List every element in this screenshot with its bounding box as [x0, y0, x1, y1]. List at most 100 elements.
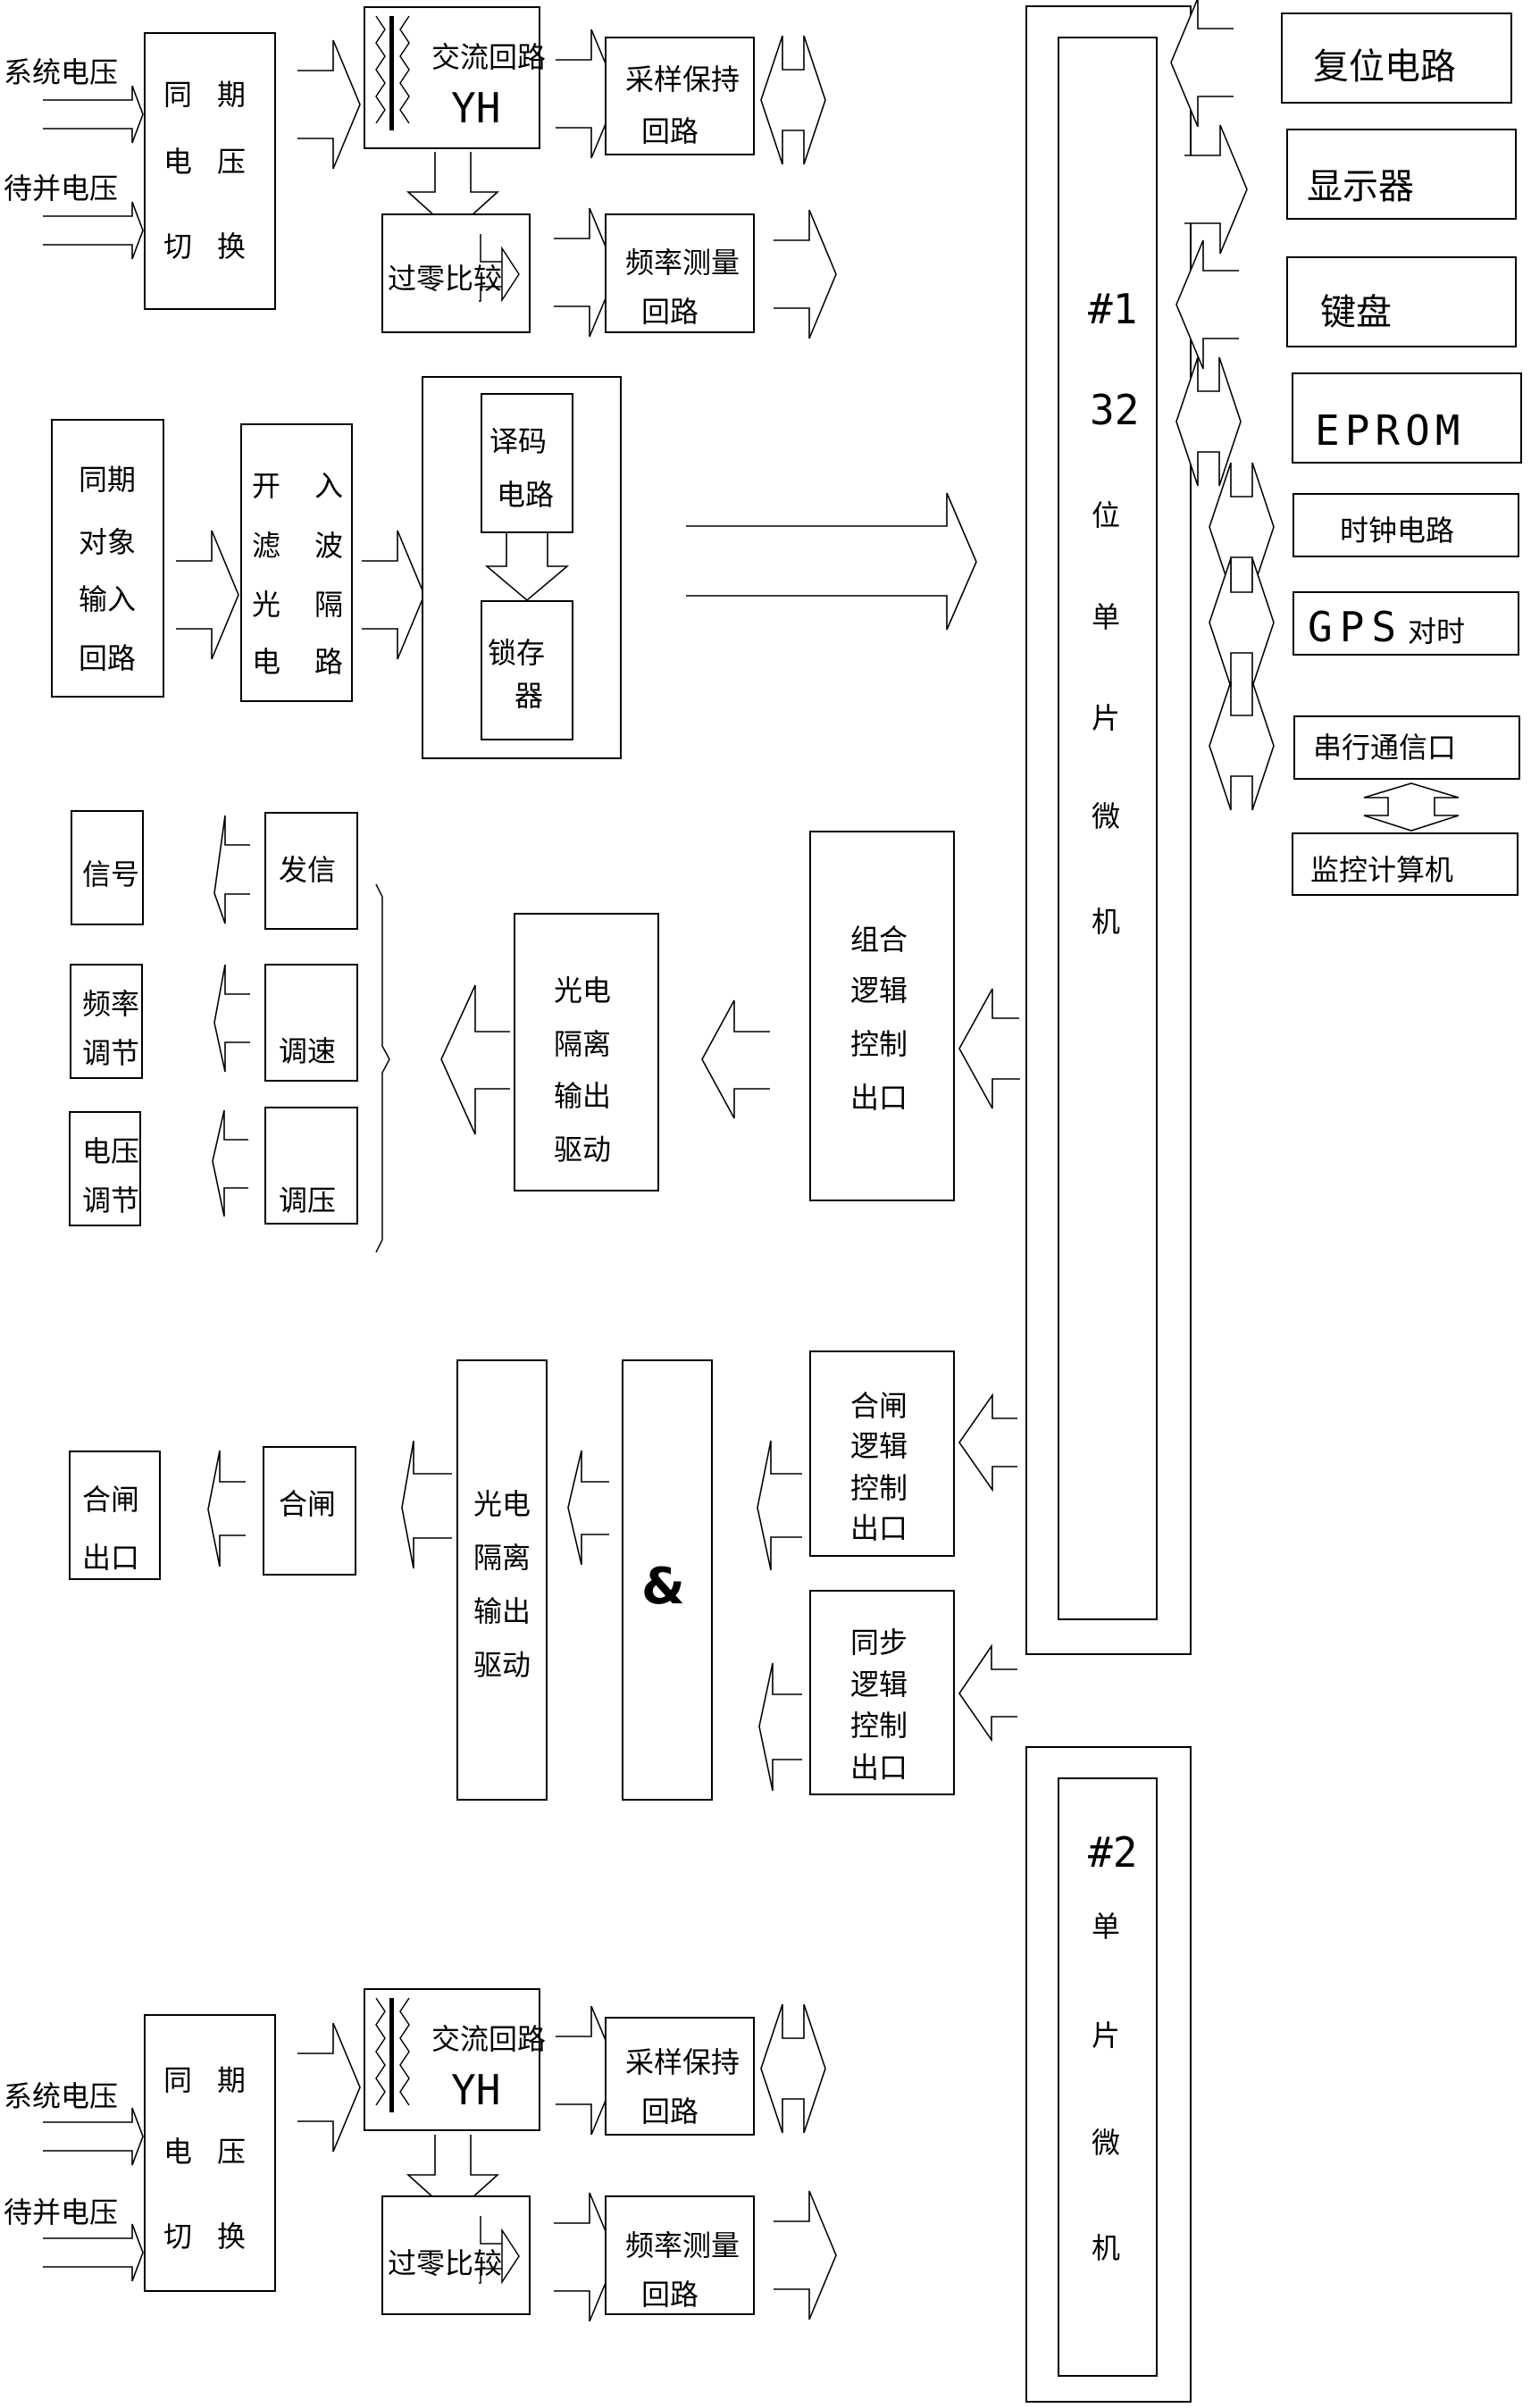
peripheral-eprom-label: EPROM	[1315, 406, 1465, 455]
sample-hold-label-2: 采样保持	[625, 2045, 740, 2079]
close-logic-label: 出口	[850, 1511, 908, 1545]
opto-output-2-label: 驱动	[473, 1648, 531, 1682]
control-output-section: 组合 逻辑 控制 出口 光电 隔离 输出 驱动 发信 调速 调压 信号 频率 调…	[69, 810, 1020, 1253]
arrow-filter-to-decoder-icon	[361, 530, 425, 660]
combo-logic-label: 控制	[850, 1027, 908, 1061]
sync-switch-char: 期	[217, 78, 246, 112]
sync-logic-label: 逻辑	[850, 1668, 908, 1701]
opto-filter-char: 入	[314, 469, 343, 503]
freq-measure-label: 回路	[641, 295, 699, 329]
digital-input-section: 同期 对象 输入 回路 开 入 滤 波 光 隔 电 路 译码 电路 锁存 器	[51, 376, 977, 759]
opto-filter-char: 波	[314, 529, 343, 563]
arrow-pending-voltage-2-icon	[43, 2223, 144, 2282]
sample-hold-label: 采样保持	[625, 63, 740, 96]
sync-switch-char-2: 换	[217, 2220, 246, 2253]
combo-logic-label: 逻辑	[850, 974, 908, 1008]
peripheral-serial-label: 串行通信口	[1313, 731, 1456, 765]
close-relay-label: 合闸	[279, 1487, 336, 1521]
breaker-close-section: 合闸 逻辑 控制 出口 同步 逻辑 控制 出口 & 光电 隔离 输出 驱动 合闸…	[69, 1350, 1017, 1801]
arrow-combo-to-opto-icon	[701, 999, 770, 1119]
arrow-display-out-icon	[1184, 124, 1248, 255]
arrow-freq-to-mcu-icon	[773, 209, 837, 339]
opto-output-2-label: 隔离	[473, 1541, 531, 1575]
mcu1-id: #1	[1088, 285, 1137, 333]
arrow-serial-bidirectional-icon	[1209, 681, 1275, 811]
close-outlet-label: 出口	[82, 1541, 139, 1575]
opto-output-1-label: 输出	[554, 1079, 611, 1113]
sync-logic-label: 出口	[850, 1751, 908, 1785]
mcu1-bits: 32	[1090, 386, 1139, 434]
arrow-mcu-to-combo-icon	[958, 988, 1020, 1109]
freq-measure-label-2: 频率测量	[625, 2228, 740, 2262]
arrow-system-voltage-2-icon	[43, 2107, 144, 2166]
opto-filter-char: 电	[252, 645, 280, 679]
ac-circuit-yh-2: YH	[451, 2066, 500, 2114]
opto-filter-char: 光	[252, 588, 280, 622]
relay-signal-label: 发信	[279, 853, 336, 887]
arrow-relay-to-signal-icon	[213, 815, 250, 924]
sync-switch-char-2: 切	[163, 2220, 192, 2253]
target-signal-label: 信号	[82, 857, 139, 891]
mcu2-id: #2	[1088, 1828, 1137, 1877]
arrow-gps-bidirectional-icon	[1209, 557, 1275, 688]
opto-output-2-label: 输出	[473, 1594, 531, 1628]
ac-circuit-label-2: 交流回路	[431, 2022, 546, 2056]
latch-label: 器	[515, 679, 543, 713]
sync-switch-char-2: 同	[163, 2063, 192, 2097]
arrow-freq-to-mcu2-icon	[773, 2190, 837, 2320]
mcu2-char: 片	[1092, 2019, 1120, 2053]
arrow-relay-to-freq-icon	[213, 964, 250, 1073]
arrow-close-to-and-icon	[757, 1440, 802, 1571]
arrow-and-to-opto-icon	[567, 1450, 609, 1566]
opto-filter-char: 开	[252, 469, 280, 503]
peripheral-gps-latin: GPS	[1308, 603, 1403, 651]
sync-switch-char-2: 电	[163, 2135, 192, 2169]
zero-cross-label-2: 过零比较	[388, 2246, 502, 2280]
mcu2: #2 单 片 微 机	[1025, 1746, 1192, 2403]
mcu1-char: 微	[1092, 799, 1120, 833]
opto-filter-char: 路	[314, 645, 343, 679]
arrow-opto-to-close-relay-icon	[401, 1440, 452, 1569]
mcu1-char: 片	[1092, 701, 1120, 735]
sync-switch-char-2: 期	[217, 2063, 246, 2097]
arrow-relay-to-volt-icon	[212, 1109, 248, 1217]
sync-object-label: 输入	[79, 582, 136, 616]
opto-filter-char: 滤	[252, 529, 280, 563]
arrow-system-voltage-icon	[43, 85, 144, 144]
monitor-computer-label: 监控计算机	[1310, 853, 1453, 887]
close-logic-label: 逻辑	[850, 1429, 908, 1463]
combo-logic-box	[809, 831, 955, 1201]
mcu1-char: 单	[1092, 600, 1120, 634]
close-logic-label: 控制	[850, 1471, 908, 1505]
mcu2-char: 微	[1092, 2126, 1120, 2160]
opto-output-1-label: 驱动	[554, 1133, 611, 1166]
relay-voltage-label: 调压	[279, 1183, 336, 1217]
mcu1: #1 32 位 单 片 微 机	[1025, 5, 1192, 1655]
mcu2-char: 单	[1092, 1910, 1120, 1944]
relay-group-brace-icon	[375, 883, 390, 1253]
label-system-voltage: 系统电压	[4, 55, 118, 89]
opto-output-2-box	[456, 1359, 548, 1801]
sync-switch-char: 压	[217, 145, 246, 179]
peripheral-reset-label: 复位电路	[1313, 46, 1456, 88]
arrow-sample-mcu-bidirectional-icon	[760, 35, 826, 165]
arrow-switch-to-ac-icon	[297, 39, 361, 170]
bottom-acquisition-section: 系统电压 待并电压 同 期 电 压 切 换 交流回路 YH 过零比较 采样保持 …	[4, 1988, 837, 2322]
arrow-pending-voltage-icon	[43, 201, 144, 260]
sample-hold-label-2: 回路	[641, 2094, 699, 2128]
close-logic-label: 合闸	[850, 1389, 908, 1423]
peripheral-keyboard-label: 键盘	[1320, 292, 1392, 333]
arrow-latch-to-mcu-icon	[686, 492, 977, 631]
peripheral-display-label: 显示器	[1307, 166, 1414, 207]
top-acquisition-section: 系统电压 待并电压 同 期 电 压 切 换 交流回路 YH 过零比较 采样保持 …	[4, 6, 837, 339]
peripherals: 复位电路 显示器 键盘 EPROM 时钟电路 GPS 对时 串行通信口 监控计算…	[1170, 0, 1522, 896]
arrow-switch-to-ac-2-icon	[297, 2022, 361, 2153]
sample-hold-label: 回路	[641, 114, 699, 148]
block-diagram: 系统电压 待并电压 同 期 电 压 切 换 交流回路 YH 过零比较 采样保持 …	[4, 0, 1522, 2403]
opto-output-1-label: 隔离	[554, 1027, 611, 1061]
arrow-opto-to-relays-icon	[440, 984, 510, 1135]
combo-logic-label: 出口	[850, 1081, 908, 1115]
sync-logic-label: 控制	[850, 1709, 908, 1743]
latch-label: 锁存	[488, 636, 545, 670]
decoder-label: 电路	[497, 478, 554, 512]
